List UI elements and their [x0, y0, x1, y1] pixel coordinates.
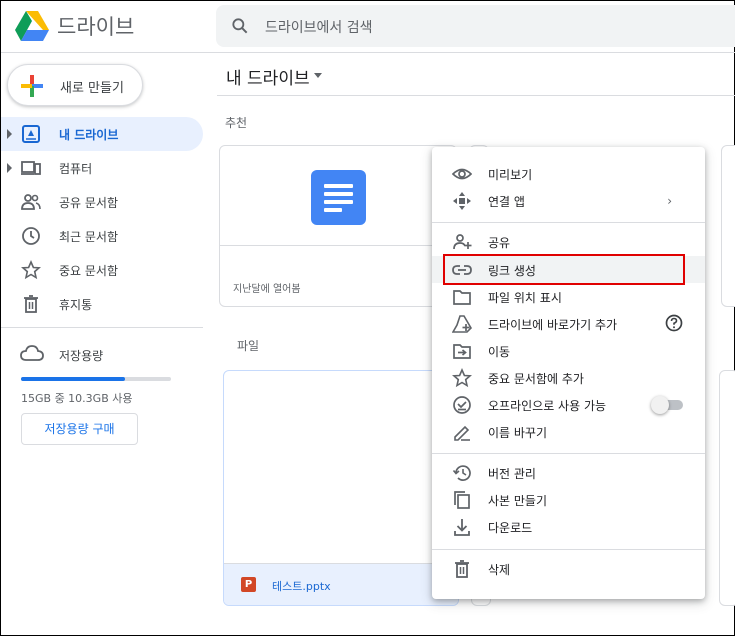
menu-item-manage-versions[interactable]: 버전 관리 — [432, 459, 705, 486]
card-thumbnail — [220, 146, 456, 246]
trash-icon — [455, 560, 469, 578]
menu-item-make-copy[interactable]: 사본 만들기 — [432, 486, 705, 513]
page-title[interactable]: 내 드라이브 — [226, 64, 310, 89]
offline-icon — [453, 396, 471, 414]
download-icon — [454, 519, 470, 536]
sidebar-item-label: 휴지통 — [59, 298, 93, 312]
docs-icon — [311, 170, 366, 225]
context-menu: 미리보기 연결 앱 › 공유 링크 생성 파일 위치 표시 드라이브에 바로가기… — [432, 147, 705, 599]
add-shortcut-icon — [452, 315, 472, 333]
plus-icon — [21, 75, 43, 97]
star-icon — [21, 260, 41, 280]
menu-item-label: 이름 바꾸기 — [488, 426, 548, 440]
file-card[interactable] — [719, 370, 735, 606]
menu-item-remove[interactable]: 삭제 — [432, 555, 705, 582]
storage-label[interactable]: 저장용량 — [59, 347, 103, 364]
file-card[interactable]: P 테스트.pptx — [223, 370, 459, 606]
move-icon — [453, 344, 471, 359]
menu-item-label: 이동 — [488, 345, 511, 359]
share-icon — [453, 234, 472, 250]
menu-item-rename[interactable]: 이름 바꾸기 — [432, 418, 705, 445]
menu-item-offline[interactable]: 오프라인으로 사용 가능 — [432, 391, 705, 418]
menu-item-add-shortcut[interactable]: 드라이브에 바로가기 추가 — [432, 310, 705, 337]
menu-item-label: 버전 관리 — [488, 467, 536, 481]
app-title: 드라이브 — [57, 15, 135, 39]
sidebar-item-label: 최근 문서함 — [59, 230, 119, 244]
clock-icon — [22, 227, 40, 245]
menu-item-move[interactable]: 이동 — [432, 337, 705, 364]
computer-icon — [21, 161, 41, 175]
recommended-card[interactable]: 지난달에 열어봄 — [219, 145, 457, 307]
sidebar-item-trash[interactable]: 휴지통 — [1, 287, 203, 321]
storage-bar — [21, 377, 171, 381]
recommended-label: 추천 — [225, 116, 248, 130]
drive-logo-icon[interactable] — [15, 10, 49, 42]
chevron-right-icon: › — [667, 194, 672, 208]
menu-item-add-to-starred[interactable]: 중요 문서함에 추가 — [432, 364, 705, 391]
search-input[interactable]: 드라이브에서 검색 — [265, 17, 373, 37]
file-card-footer: P 테스트.pptx — [224, 563, 458, 605]
menu-item-label: 다운로드 — [488, 521, 533, 535]
files-label: 파일 — [237, 339, 260, 353]
main-divider — [217, 95, 735, 96]
offline-toggle[interactable] — [651, 396, 683, 414]
eye-icon — [452, 168, 472, 180]
cloud-icon — [20, 345, 44, 361]
highlight-annotation-box — [443, 254, 685, 285]
menu-item-label: 공유 — [488, 236, 511, 250]
toggle-thumb — [651, 396, 669, 414]
app-header: 드라이브 드라이브에서 검색 — [1, 1, 735, 53]
storage-bar-fill — [21, 377, 125, 381]
sidebar-item-label: 중요 문서함 — [59, 264, 119, 278]
menu-item-label: 미리보기 — [488, 168, 533, 182]
menu-item-label: 파일 위치 표시 — [488, 291, 562, 305]
sidebar-item-starred[interactable]: 중요 문서함 — [1, 253, 203, 287]
menu-item-preview[interactable]: 미리보기 — [432, 160, 705, 187]
file-name: 테스트.pptx — [272, 580, 331, 593]
recommended-card[interactable] — [721, 145, 735, 307]
open-with-icon — [453, 192, 471, 210]
menu-divider — [432, 222, 705, 223]
folder-icon — [453, 290, 471, 305]
menu-item-download[interactable]: 다운로드 — [432, 513, 705, 540]
menu-item-show-location[interactable]: 파일 위치 표시 — [432, 283, 705, 310]
expand-caret-icon[interactable] — [7, 163, 12, 173]
trash-icon — [24, 295, 38, 313]
expand-caret-icon[interactable] — [7, 129, 12, 139]
search-icon[interactable] — [230, 16, 250, 36]
menu-item-label: 오프라인으로 사용 가능 — [488, 399, 607, 413]
rename-icon — [454, 425, 470, 441]
menu-divider — [432, 453, 705, 454]
menu-item-label: 사본 만들기 — [488, 494, 548, 508]
menu-divider — [432, 549, 705, 550]
menu-item-label: 드라이브에 바로가기 추가 — [488, 318, 618, 332]
card-subtitle: 지난달에 열어봄 — [233, 284, 301, 295]
sidebar-divider — [1, 327, 203, 328]
menu-item-label: 중요 문서함에 추가 — [488, 372, 584, 386]
menu-item-share[interactable]: 공유 — [432, 228, 705, 255]
my-drive-icon — [22, 125, 40, 143]
powerpoint-icon: P — [241, 577, 256, 592]
star-icon — [452, 368, 472, 388]
menu-item-open-with[interactable]: 연결 앱 › — [432, 187, 705, 214]
shared-icon — [21, 194, 41, 210]
copy-icon — [454, 491, 470, 509]
sidebar-item-label: 컴퓨터 — [59, 162, 93, 176]
chevron-down-icon[interactable] — [314, 73, 322, 78]
sidebar-item-my-drive[interactable]: 내 드라이브 — [1, 117, 203, 151]
new-button[interactable]: 새로 만들기 — [7, 64, 143, 106]
new-button-label: 새로 만들기 — [60, 81, 124, 96]
storage-usage-text: 15GB 중 10.3GB 사용 — [21, 392, 133, 405]
menu-item-label: 연결 앱 — [488, 195, 525, 209]
menu-item-label: 삭제 — [488, 563, 511, 577]
sidebar-item-label: 내 드라이브 — [59, 128, 119, 142]
sidebar-item-computers[interactable]: 컴퓨터 — [1, 151, 203, 185]
search-bar[interactable]: 드라이브에서 검색 — [216, 5, 735, 47]
sidebar-item-recent[interactable]: 최근 문서함 — [1, 219, 203, 253]
help-icon[interactable] — [665, 314, 683, 332]
buy-storage-button[interactable]: 저장용량 구매 — [21, 413, 138, 445]
history-icon — [452, 465, 471, 481]
sidebar-item-shared[interactable]: 공유 문서함 — [1, 185, 203, 219]
sidebar-item-label: 공유 문서함 — [59, 196, 119, 210]
